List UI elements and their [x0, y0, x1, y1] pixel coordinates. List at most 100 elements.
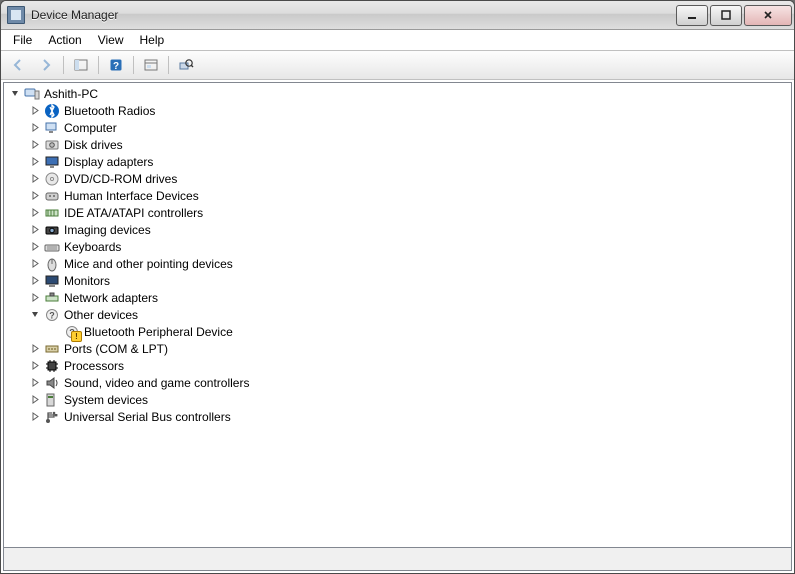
show-hide-console-tree-button[interactable]: [68, 53, 94, 77]
tree-category-universal-serial-bus-controllers[interactable]: Universal Serial Bus controllers: [26, 408, 791, 425]
tree-category-sound-video-and-game-controllers[interactable]: Sound, video and game controllers: [26, 374, 791, 391]
tree-item-label: Ports (COM & LPT): [62, 342, 170, 356]
tree-item-label: System devices: [62, 393, 150, 407]
menu-file[interactable]: File: [5, 30, 40, 50]
expander-icon[interactable]: [28, 240, 42, 254]
tree-item-label: Bluetooth Peripheral Device: [82, 325, 235, 339]
tree-item-label: Bluetooth Radios: [62, 104, 157, 118]
expander-icon[interactable]: [28, 359, 42, 373]
hid-icon: [44, 188, 60, 204]
tree-category-monitors[interactable]: Monitors: [26, 272, 791, 289]
expander-icon[interactable]: [28, 257, 42, 271]
tree-item-label: Imaging devices: [62, 223, 153, 237]
expander-icon[interactable]: [28, 121, 42, 135]
tree-category-disk-drives[interactable]: Disk drives: [26, 136, 791, 153]
expander-icon[interactable]: [28, 155, 42, 169]
expander-icon[interactable]: [28, 206, 42, 220]
other-icon: [44, 307, 60, 323]
expander-icon[interactable]: [28, 291, 42, 305]
menu-view[interactable]: View: [90, 30, 132, 50]
display-icon: [44, 154, 60, 170]
keyboard-icon: [44, 239, 60, 255]
close-button[interactable]: [744, 5, 792, 26]
client-area: Ashith-PC Bluetooth Radios Computer Disk…: [1, 80, 794, 573]
expander-icon[interactable]: [28, 342, 42, 356]
sound-icon: [44, 375, 60, 391]
tree-item-label: Universal Serial Bus controllers: [62, 410, 233, 424]
titlebar[interactable]: Device Manager: [1, 1, 794, 30]
mouse-icon: [44, 256, 60, 272]
monitor-icon: [44, 273, 60, 289]
tree-item-label: IDE ATA/ATAPI controllers: [62, 206, 205, 220]
tree-item-label: Network adapters: [62, 291, 160, 305]
tree-category-imaging-devices[interactable]: Imaging devices: [26, 221, 791, 238]
device-tree[interactable]: Ashith-PC Bluetooth Radios Computer Disk…: [3, 82, 792, 548]
device-manager-window: Device Manager File Action View Help: [0, 0, 795, 574]
tree-item-label: Other devices: [62, 308, 140, 322]
other-icon: [64, 324, 80, 340]
tree-item-label: Human Interface Devices: [62, 189, 201, 203]
disk-icon: [44, 137, 60, 153]
tree-item-label: Display adapters: [62, 155, 155, 169]
tree-item-label: Disk drives: [62, 138, 125, 152]
minimize-button[interactable]: [676, 5, 708, 26]
scan-hardware-button[interactable]: [173, 53, 199, 77]
tree-item-label: Sound, video and game controllers: [62, 376, 251, 390]
cpu-icon: [44, 358, 60, 374]
tree-category-other-devices[interactable]: Other devices: [26, 306, 791, 323]
usb-icon: [44, 409, 60, 425]
expander-icon[interactable]: [28, 274, 42, 288]
tree-category-computer[interactable]: Computer: [26, 119, 791, 136]
expander-icon[interactable]: [28, 189, 42, 203]
tree-item-label: Mice and other pointing devices: [62, 257, 235, 271]
tree-category-processors[interactable]: Processors: [26, 357, 791, 374]
app-icon: [7, 6, 25, 24]
tree-category-network-adapters[interactable]: Network adapters: [26, 289, 791, 306]
tree-category-human-interface-devices[interactable]: Human Interface Devices: [26, 187, 791, 204]
window-title: Device Manager: [31, 8, 118, 22]
dvd-icon: [44, 171, 60, 187]
expander-icon[interactable]: [28, 104, 42, 118]
menubar: File Action View Help: [1, 30, 794, 51]
tree-item-label: Monitors: [62, 274, 112, 288]
computer-root-icon: [24, 86, 40, 102]
menu-help[interactable]: Help: [132, 30, 173, 50]
expander-icon[interactable]: [28, 376, 42, 390]
tree-category-ports-com-lpt-[interactable]: Ports (COM & LPT): [26, 340, 791, 357]
tree-item-label: Computer: [62, 121, 119, 135]
tree-item-label: Processors: [62, 359, 126, 373]
imaging-icon: [44, 222, 60, 238]
computer-icon: [44, 120, 60, 136]
expander-icon[interactable]: [28, 172, 42, 186]
tree-item-label: Ashith-PC: [42, 87, 100, 101]
tree-category-ide-ata-atapi-controllers[interactable]: IDE ATA/ATAPI controllers: [26, 204, 791, 221]
tree-device-bluetooth-peripheral-device[interactable]: Bluetooth Peripheral Device: [46, 323, 791, 340]
statusbar: [3, 548, 792, 571]
port-icon: [44, 341, 60, 357]
maximize-button[interactable]: [710, 5, 742, 26]
tree-category-system-devices[interactable]: System devices: [26, 391, 791, 408]
forward-button[interactable]: [33, 53, 59, 77]
svg-text:?: ?: [113, 61, 119, 72]
tree-category-dvd-cd-rom-drives[interactable]: DVD/CD-ROM drives: [26, 170, 791, 187]
expander-icon[interactable]: [28, 138, 42, 152]
tree-root-Ashith-PC[interactable]: Ashith-PC: [6, 85, 791, 102]
tree-category-bluetooth-radios[interactable]: Bluetooth Radios: [26, 102, 791, 119]
expander-icon[interactable]: [28, 223, 42, 237]
ide-icon: [44, 205, 60, 221]
menu-action[interactable]: Action: [40, 30, 89, 50]
expander-icon[interactable]: [28, 308, 42, 322]
help-button[interactable]: ?: [103, 53, 129, 77]
tree-category-display-adapters[interactable]: Display adapters: [26, 153, 791, 170]
properties-button[interactable]: [138, 53, 164, 77]
expander-icon[interactable]: [28, 393, 42, 407]
expander-icon[interactable]: [28, 410, 42, 424]
back-button[interactable]: [5, 53, 31, 77]
expander-icon[interactable]: [8, 87, 22, 101]
tree-category-keyboards[interactable]: Keyboards: [26, 238, 791, 255]
window-buttons: [676, 5, 792, 26]
toolbar: ?: [1, 51, 794, 80]
system-icon: [44, 392, 60, 408]
tree-item-label: DVD/CD-ROM drives: [62, 172, 179, 186]
tree-category-mice-and-other-pointing-devices[interactable]: Mice and other pointing devices: [26, 255, 791, 272]
